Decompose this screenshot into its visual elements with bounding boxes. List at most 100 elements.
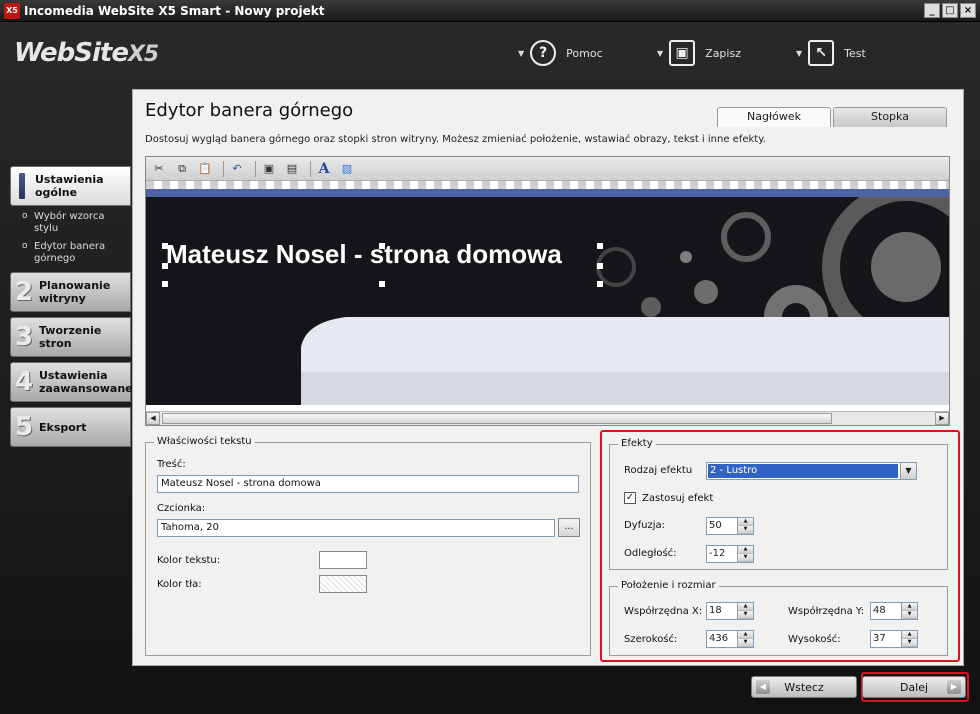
window-title: Incomedia WebSite X5 Smart - Nowy projek…: [24, 3, 325, 18]
chevron-down-icon[interactable]: ▼: [900, 463, 916, 479]
selection-handle[interactable]: [379, 243, 385, 249]
step-number: 5: [15, 412, 34, 442]
decrement-icon[interactable]: ▼: [901, 639, 917, 647]
font-browse-button[interactable]: ...: [558, 518, 580, 537]
save-icon[interactable]: ▣: [669, 40, 696, 66]
paste-icon[interactable]: 📋: [196, 160, 214, 178]
image-icon[interactable]: ▨: [338, 160, 356, 178]
bg-color-swatch[interactable]: [319, 575, 367, 593]
selection-handle[interactable]: [597, 263, 603, 269]
font-label: Czcionka:: [157, 503, 206, 514]
apply-effect-label: Zastosuj efekt: [642, 493, 714, 504]
apply-effect-checkbox[interactable]: ✓: [624, 492, 636, 504]
distance-value: -12: [709, 548, 726, 559]
text-properties-group: Właściwości tekstu Treść: Mateusz Nosel …: [145, 436, 591, 656]
banner-title-text[interactable]: Mateusz Nosel - strona domowa: [166, 239, 562, 270]
content-input[interactable]: Mateusz Nosel - strona domowa: [157, 475, 579, 493]
width-label: Szerokość:: [624, 634, 678, 645]
increment-icon[interactable]: ▲: [901, 631, 917, 639]
save-label[interactable]: Zapisz: [705, 47, 741, 60]
y-stepper[interactable]: 48 ▲ ▼: [870, 602, 918, 620]
minimize-button[interactable]: _: [924, 3, 940, 18]
decrement-icon[interactable]: ▼: [737, 611, 753, 619]
text-color-swatch[interactable]: [319, 551, 367, 569]
sidebar-item-label: Planowanie witryny: [39, 279, 111, 305]
chevron-right-icon: ▶: [947, 680, 961, 694]
increment-icon[interactable]: ▲: [901, 603, 917, 611]
bg-color-label: Kolor tła:: [157, 579, 202, 590]
tab-header[interactable]: Nagłówek: [717, 107, 831, 127]
back-button[interactable]: ◀ Wstecz: [751, 676, 857, 698]
sidebar-item-planning[interactable]: 2 Planowanie witryny: [10, 272, 131, 312]
sidebar-item-general[interactable]: Ustawienia ogólne: [10, 166, 131, 206]
text-icon[interactable]: A: [315, 160, 333, 178]
height-label: Wysokość:: [788, 634, 841, 645]
cut-icon[interactable]: ✂: [150, 160, 168, 178]
copy-icon[interactable]: ⧉: [173, 160, 191, 178]
scroll-thumb[interactable]: [162, 413, 832, 424]
help-label[interactable]: Pomoc: [566, 47, 602, 60]
logo-text: WebSite: [14, 38, 129, 68]
tab-footer[interactable]: Stopka: [833, 107, 947, 127]
group-title: Efekty: [618, 438, 656, 449]
subnav-item-template[interactable]: Wybór wzorca stylu: [22, 210, 114, 235]
save-tool[interactable]: ▼ ▣ Zapisz: [657, 40, 741, 66]
increment-icon[interactable]: ▲: [737, 603, 753, 611]
decrement-icon[interactable]: ▼: [737, 639, 753, 647]
height-stepper[interactable]: 37 ▲ ▼: [870, 630, 918, 648]
help-icon[interactable]: ?: [530, 40, 557, 66]
x-stepper[interactable]: 18 ▲ ▼: [706, 602, 754, 620]
chevron-down-icon[interactable]: ▼: [518, 49, 524, 58]
effect-type-select[interactable]: 2 - Lustro ▼: [706, 462, 917, 480]
increment-icon[interactable]: ▲: [737, 518, 753, 526]
sidebar-item-advanced[interactable]: 4 Ustawienia zaawansowane: [10, 362, 133, 402]
test-icon[interactable]: ↖: [808, 40, 835, 66]
selection-handle[interactable]: [597, 281, 603, 287]
test-label[interactable]: Test: [844, 47, 866, 60]
close-button[interactable]: ×: [960, 3, 976, 18]
next-button[interactable]: Dalej ▶: [862, 676, 966, 698]
app-logo: WebSiteX5: [14, 38, 159, 68]
decrement-icon[interactable]: ▼: [901, 611, 917, 619]
selection-handle[interactable]: [379, 281, 385, 287]
distance-stepper[interactable]: -12 ▲ ▼: [706, 545, 754, 563]
banner-decoration: [146, 197, 949, 405]
selection-handle[interactable]: [162, 281, 168, 287]
main-panel: Edytor banera górnego Dostosuj wygląd ba…: [132, 89, 964, 666]
bring-front-icon[interactable]: ▣: [260, 160, 278, 178]
decrement-icon[interactable]: ▼: [737, 554, 753, 562]
editor-horizontal-scrollbar[interactable]: ◀ ▶: [146, 411, 949, 425]
sidebar-item-label: Eksport: [39, 420, 87, 434]
selection-handle[interactable]: [162, 243, 168, 249]
selection-handle[interactable]: [162, 263, 168, 269]
app-icon: X5: [4, 2, 20, 19]
x-label: Współrzędna X:: [624, 606, 703, 617]
increment-icon[interactable]: ▲: [737, 631, 753, 639]
position-size-group: Położenie i rozmiar Współrzędna X: 18 ▲ ▼…: [609, 580, 948, 656]
selection-handle[interactable]: [597, 243, 603, 249]
decrement-icon[interactable]: ▼: [737, 526, 753, 534]
test-tool[interactable]: ▼ ↖ Test: [796, 40, 866, 66]
width-stepper[interactable]: 436 ▲ ▼: [706, 630, 754, 648]
toolbar-divider: [223, 160, 224, 177]
font-input[interactable]: Tahoma, 20: [157, 519, 555, 537]
scroll-right-icon[interactable]: ▶: [935, 412, 949, 425]
sidebar-item-pages[interactable]: 3 Tworzenie stron: [10, 317, 131, 357]
diffusion-stepper[interactable]: 50 ▲ ▼: [706, 517, 754, 535]
send-back-icon[interactable]: ▤: [283, 160, 301, 178]
title-bar: X5 Incomedia WebSite X5 Smart - Nowy pro…: [0, 0, 980, 22]
banner-canvas[interactable]: Mateusz Nosel - strona domowa: [146, 197, 949, 405]
group-title: Położenie i rozmiar: [618, 580, 719, 591]
sidebar-item-export[interactable]: 5 Eksport: [10, 407, 131, 447]
help-tool[interactable]: ▼ ? Pomoc: [518, 40, 603, 66]
scroll-left-icon[interactable]: ◀: [146, 412, 160, 425]
maximize-button[interactable]: □: [942, 3, 958, 18]
subnav-item-banner-editor[interactable]: Edytor banera górnego: [22, 240, 114, 265]
chevron-down-icon[interactable]: ▼: [657, 49, 663, 58]
undo-icon[interactable]: ↶: [228, 160, 246, 178]
increment-icon[interactable]: ▲: [737, 546, 753, 554]
effect-type-label: Rodzaj efektu: [624, 465, 693, 476]
editor-toolbar: ✂ ⧉ 📋 ↶ ▣ ▤ A ▨: [146, 157, 949, 181]
content-label: Treść:: [157, 459, 186, 470]
chevron-down-icon[interactable]: ▼: [796, 49, 802, 58]
